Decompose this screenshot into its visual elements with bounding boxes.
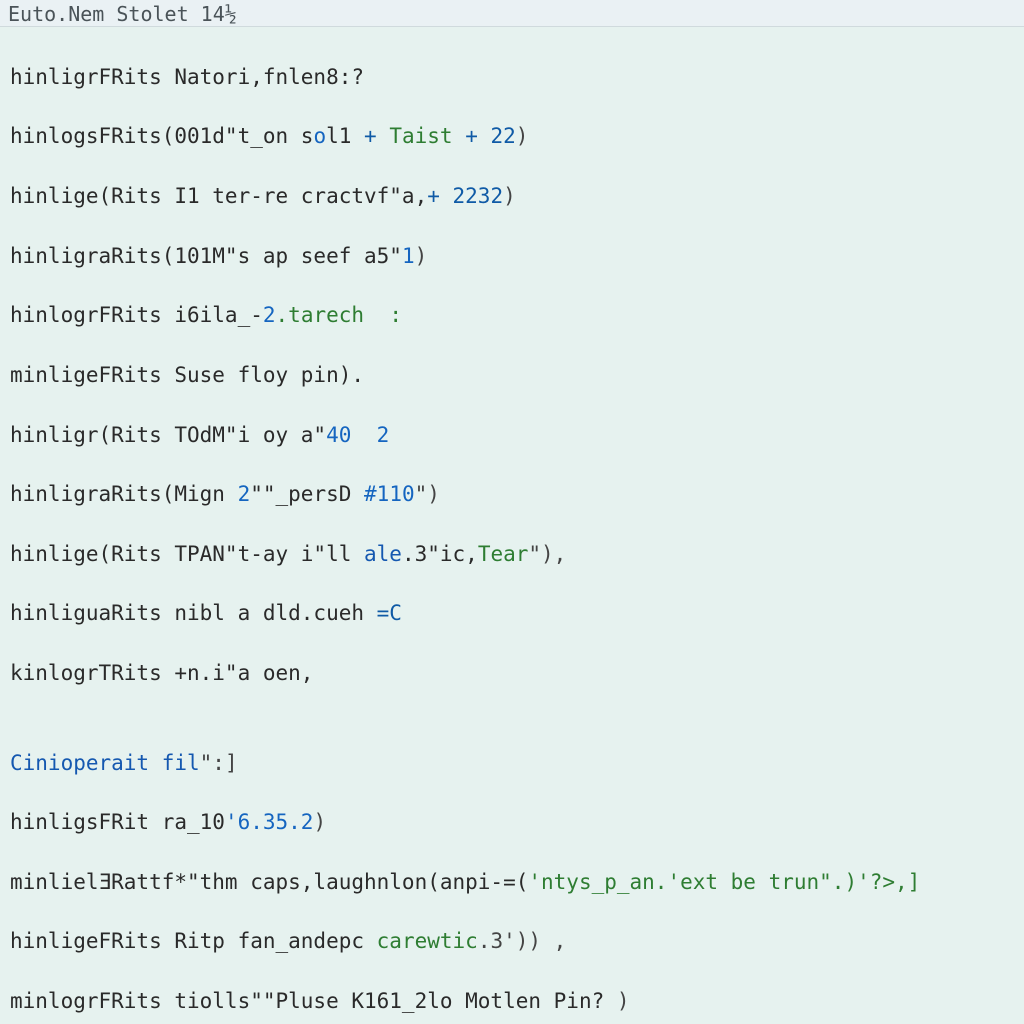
code-line: hinlogsFRits(001d"t_on sol1 + Taist + 22… bbox=[10, 122, 1014, 152]
code-line: Cinioperait fil":] bbox=[10, 749, 1014, 779]
window-title: Euto.Nem Stolet 14½ bbox=[8, 2, 237, 26]
code-line: minlogrFRits tiolls""Pluse K161_2lo Motl… bbox=[10, 987, 1014, 1017]
code-line: hinlige(Rits I1 ter-re cractvf"a,+ 2232) bbox=[10, 182, 1014, 212]
code-line: hinligr(Rits TOdM"i oy a"40 2 bbox=[10, 421, 1014, 451]
code-line: hinligraRits(Mign 2""_persD #110") bbox=[10, 480, 1014, 510]
code-line: kinlogrTRits +n.i"a oen, bbox=[10, 659, 1014, 689]
code-line: hinligraRits(101M"s ap seef a5"1) bbox=[10, 242, 1014, 272]
code-line: hinlogrFRits i6ila_-2.tarech : bbox=[10, 301, 1014, 331]
code-line: minligeFRits Suse floy pin). bbox=[10, 361, 1014, 391]
code-editor[interactable]: hinligrFRits Natori,fnlen8:? hinlogsFRit… bbox=[0, 27, 1024, 1024]
code-line: hinliguaRits nibl a dld.cueh =C bbox=[10, 599, 1014, 629]
code-line: hinligsFRit ra_10'6.35.2) bbox=[10, 808, 1014, 838]
window-titlebar: Euto.Nem Stolet 14½ bbox=[0, 0, 1024, 27]
code-line: hinlige(Rits TPAN"t-ay i"ll ale.3"ic,Tea… bbox=[10, 540, 1014, 570]
code-line: hinligeFRits Ritp fan_andepc carewtic.3'… bbox=[10, 927, 1014, 957]
code-line: hinligrFRits Natori,fnlen8:? bbox=[10, 63, 1014, 93]
code-line: minlielƎRattf*"thm caps,laughnlon(anpi-=… bbox=[10, 868, 1014, 898]
